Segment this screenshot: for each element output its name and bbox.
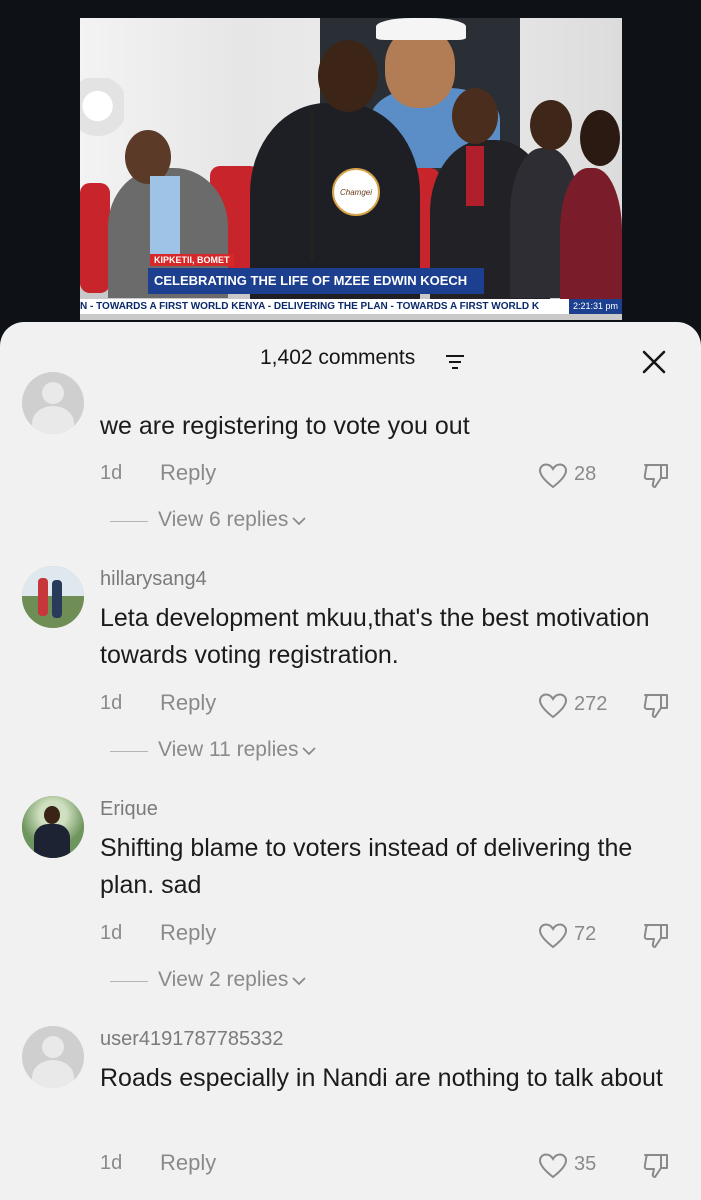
portrait-face [385, 28, 455, 108]
guest-head [580, 110, 620, 166]
comment-meta: 1d Reply 72 [100, 920, 680, 950]
replies-divider [110, 751, 148, 752]
comment-meta: 1d Reply 35 [100, 1150, 680, 1180]
like-count: 72 [574, 923, 597, 945]
comments-header: 1,402 comments [0, 322, 701, 398]
filter-icon[interactable] [446, 354, 464, 370]
comment-text: Roads especially in Nandi are nothing to… [100, 1064, 663, 1092]
close-icon[interactable] [640, 348, 668, 376]
news-headline: CELEBRATING THE LIFE OF MZEE EDWIN KOECH [148, 268, 484, 294]
comment-time: 1d [100, 922, 123, 944]
avatar[interactable] [22, 796, 84, 858]
replies-divider [110, 981, 148, 982]
guest-woman [560, 168, 622, 308]
like-count: 28 [574, 463, 597, 485]
video-player[interactable]: Chamgei KIPKETII, BOMET CELEBRATING THE … [80, 18, 622, 320]
avatar[interactable] [22, 1026, 84, 1088]
like-count: 35 [574, 1153, 597, 1175]
avatar[interactable] [22, 372, 84, 434]
comment-time: 1d [100, 1152, 123, 1174]
avatar-placeholder-body [32, 1060, 74, 1088]
comment-username[interactable]: Erique [100, 798, 158, 821]
comments-sheet: 1,402 comments we are registering to vot… [0, 322, 701, 1200]
chevron-down-icon [292, 977, 306, 986]
reply-button[interactable]: Reply [160, 920, 216, 946]
comment-text: Shifting blame to voters instead of deli… [100, 834, 633, 899]
speaker-head [318, 40, 378, 112]
comments-count: 1,402 comments [260, 346, 416, 369]
avatar-placeholder-head [42, 382, 64, 404]
comment-time: 1d [100, 462, 123, 484]
comment-meta: 1d Reply 272 [100, 690, 680, 720]
thumbs-down-icon[interactable] [640, 1150, 672, 1182]
microphone [310, 110, 314, 260]
avatar-figure [38, 578, 48, 616]
portrait-hat [376, 18, 466, 40]
comment-text: Leta development mkuu,that's the best mo… [100, 604, 650, 669]
news-ticker: N - TOWARDS A FIRST WORLD KENYA - DELIVE… [80, 299, 622, 314]
avatar[interactable] [22, 566, 84, 628]
view-replies-button[interactable]: View 2 replies [158, 968, 306, 992]
like-count: 272 [574, 693, 608, 715]
chevron-down-icon [292, 517, 306, 526]
view-replies-button[interactable]: View 11 replies [158, 738, 317, 762]
flowers [80, 78, 124, 148]
view-replies-button[interactable]: View 6 replies [158, 508, 306, 532]
guest-head [530, 100, 572, 150]
replies-divider [110, 521, 148, 522]
avatar-figure [52, 580, 62, 618]
heart-outline-icon[interactable] [538, 922, 568, 950]
view-replies-label: View 2 replies [158, 968, 289, 991]
ticker-time: 2:21:31 pm [568, 299, 622, 314]
comment-username[interactable]: user4191787785332 [100, 1028, 284, 1051]
heart-outline-icon[interactable] [538, 462, 568, 490]
thumbs-down-icon[interactable] [640, 460, 672, 492]
red-chair [80, 183, 110, 293]
reply-button[interactable]: Reply [160, 690, 216, 716]
avatar-placeholder-body [32, 406, 74, 434]
thumbs-down-icon[interactable] [640, 920, 672, 952]
thumbs-down-icon[interactable] [640, 690, 672, 722]
avatar-body [34, 824, 70, 858]
comment-time: 1d [100, 692, 123, 714]
podium-logo: Chamgei [332, 168, 380, 216]
heart-outline-icon[interactable] [538, 1152, 568, 1180]
avatar-head [44, 806, 60, 824]
comment-text: we are registering to vote you out [100, 412, 470, 440]
avatar-placeholder-head [42, 1036, 64, 1058]
guest-shirt [150, 176, 180, 266]
view-replies-label: View 11 replies [158, 738, 299, 761]
comment-username[interactable]: hillarysang4 [100, 568, 207, 591]
chevron-down-icon [302, 747, 317, 756]
reply-button[interactable]: Reply [160, 1150, 216, 1176]
reply-button[interactable]: Reply [160, 460, 216, 486]
comment-meta: 1d Reply 28 [100, 460, 680, 490]
clergy-collar [466, 146, 484, 206]
heart-outline-icon[interactable] [538, 692, 568, 720]
clergy-head [452, 88, 498, 144]
location-tag: KIPKETII, BOMET [150, 254, 234, 266]
view-replies-label: View 6 replies [158, 508, 289, 531]
